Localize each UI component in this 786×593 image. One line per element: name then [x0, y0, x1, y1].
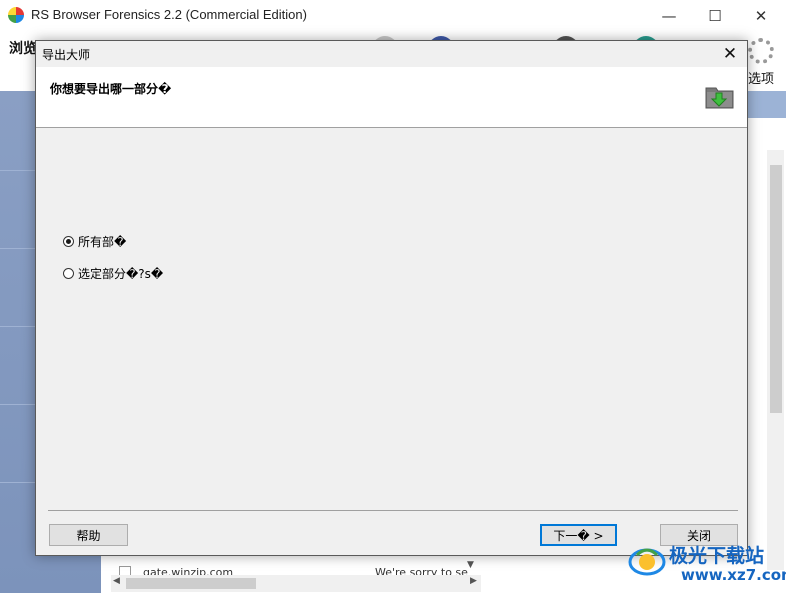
app-icon: [8, 7, 24, 23]
dialog-header: 你想要导出哪一部分�: [36, 67, 747, 128]
scroll-right-arrow-icon[interactable]: ▶: [470, 576, 477, 586]
option-all-parts-label[interactable]: 所有部�: [78, 233, 126, 250]
app-title: RS Browser Forensics 2.2 (Commercial Edi…: [31, 7, 307, 22]
dialog-footer-divider: [48, 510, 738, 511]
dialog-question: 你想要导出哪一部分�: [50, 82, 172, 96]
minimize-button[interactable]: —: [646, 0, 692, 31]
option-selected-parts-label[interactable]: 选定部分�?s�: [78, 265, 163, 282]
help-button[interactable]: 帮助: [49, 524, 128, 546]
option-all-parts[interactable]: 所有部�: [63, 231, 163, 251]
scroll-left-arrow-icon[interactable]: ◀: [113, 576, 120, 586]
watermark-logo-icon: [628, 548, 666, 576]
next-button[interactable]: 下一� >: [540, 524, 617, 546]
dialog-close-button[interactable]: ✕: [719, 43, 741, 65]
list-horizontal-scroll-thumb[interactable]: [126, 578, 256, 589]
watermark-url: www.xz7.com: [681, 566, 786, 584]
close-window-button[interactable]: ✕: [738, 0, 784, 31]
dialog-title: 导出大师: [42, 48, 91, 62]
gear-icon[interactable]: [748, 38, 774, 64]
main-title-bar: RS Browser Forensics 2.2 (Commercial Edi…: [0, 0, 786, 31]
settings-label[interactable]: 选项: [748, 68, 774, 87]
export-wizard-dialog: 导出大师 ✕ 你想要导出哪一部分� 所有部� 选定部分�?s� 帮助 下一� >…: [35, 40, 748, 556]
radio-selected-parts[interactable]: [63, 267, 74, 279]
maximize-button[interactable]: ☐: [692, 0, 738, 31]
main-vertical-scroll-thumb[interactable]: [770, 165, 782, 413]
folder-download-icon: [705, 87, 734, 109]
scroll-down-arrow-icon[interactable]: ▼: [467, 560, 481, 576]
option-selected-parts[interactable]: 选定部分�?s�: [63, 263, 163, 283]
radio-all-parts[interactable]: [63, 235, 74, 247]
export-options-group: 所有部� 选定部分�?s�: [63, 231, 163, 295]
watermark-text: 极光下载站: [669, 545, 765, 567]
